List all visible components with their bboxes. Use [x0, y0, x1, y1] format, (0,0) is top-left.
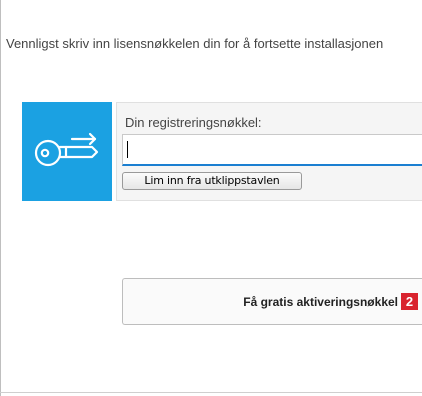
activation-button-label: Få gratis aktiveringsnøkkel	[243, 295, 398, 309]
footer-divider	[0, 392, 422, 393]
window-left-border	[0, 0, 1, 396]
step-badge: 2	[401, 293, 418, 310]
get-free-activation-key-button[interactable]: Få gratis aktiveringsnøkkel 2	[122, 278, 422, 325]
key-tile	[22, 102, 112, 201]
registration-panel: Din registreringsnøkkel: Lim inn fra utk…	[116, 102, 422, 201]
text-caret	[127, 141, 128, 158]
key-icon	[34, 132, 99, 167]
instruction-text: Vennligst skriv inn lisensnøkkelen din f…	[6, 36, 384, 51]
registration-key-input[interactable]	[122, 134, 422, 166]
installer-window: Vennligst skriv inn lisensnøkkelen din f…	[0, 0, 422, 396]
registration-key-label: Din registreringsnøkkel:	[125, 115, 262, 130]
paste-from-clipboard-button[interactable]: Lim inn fra utklippstavlen	[122, 172, 302, 190]
